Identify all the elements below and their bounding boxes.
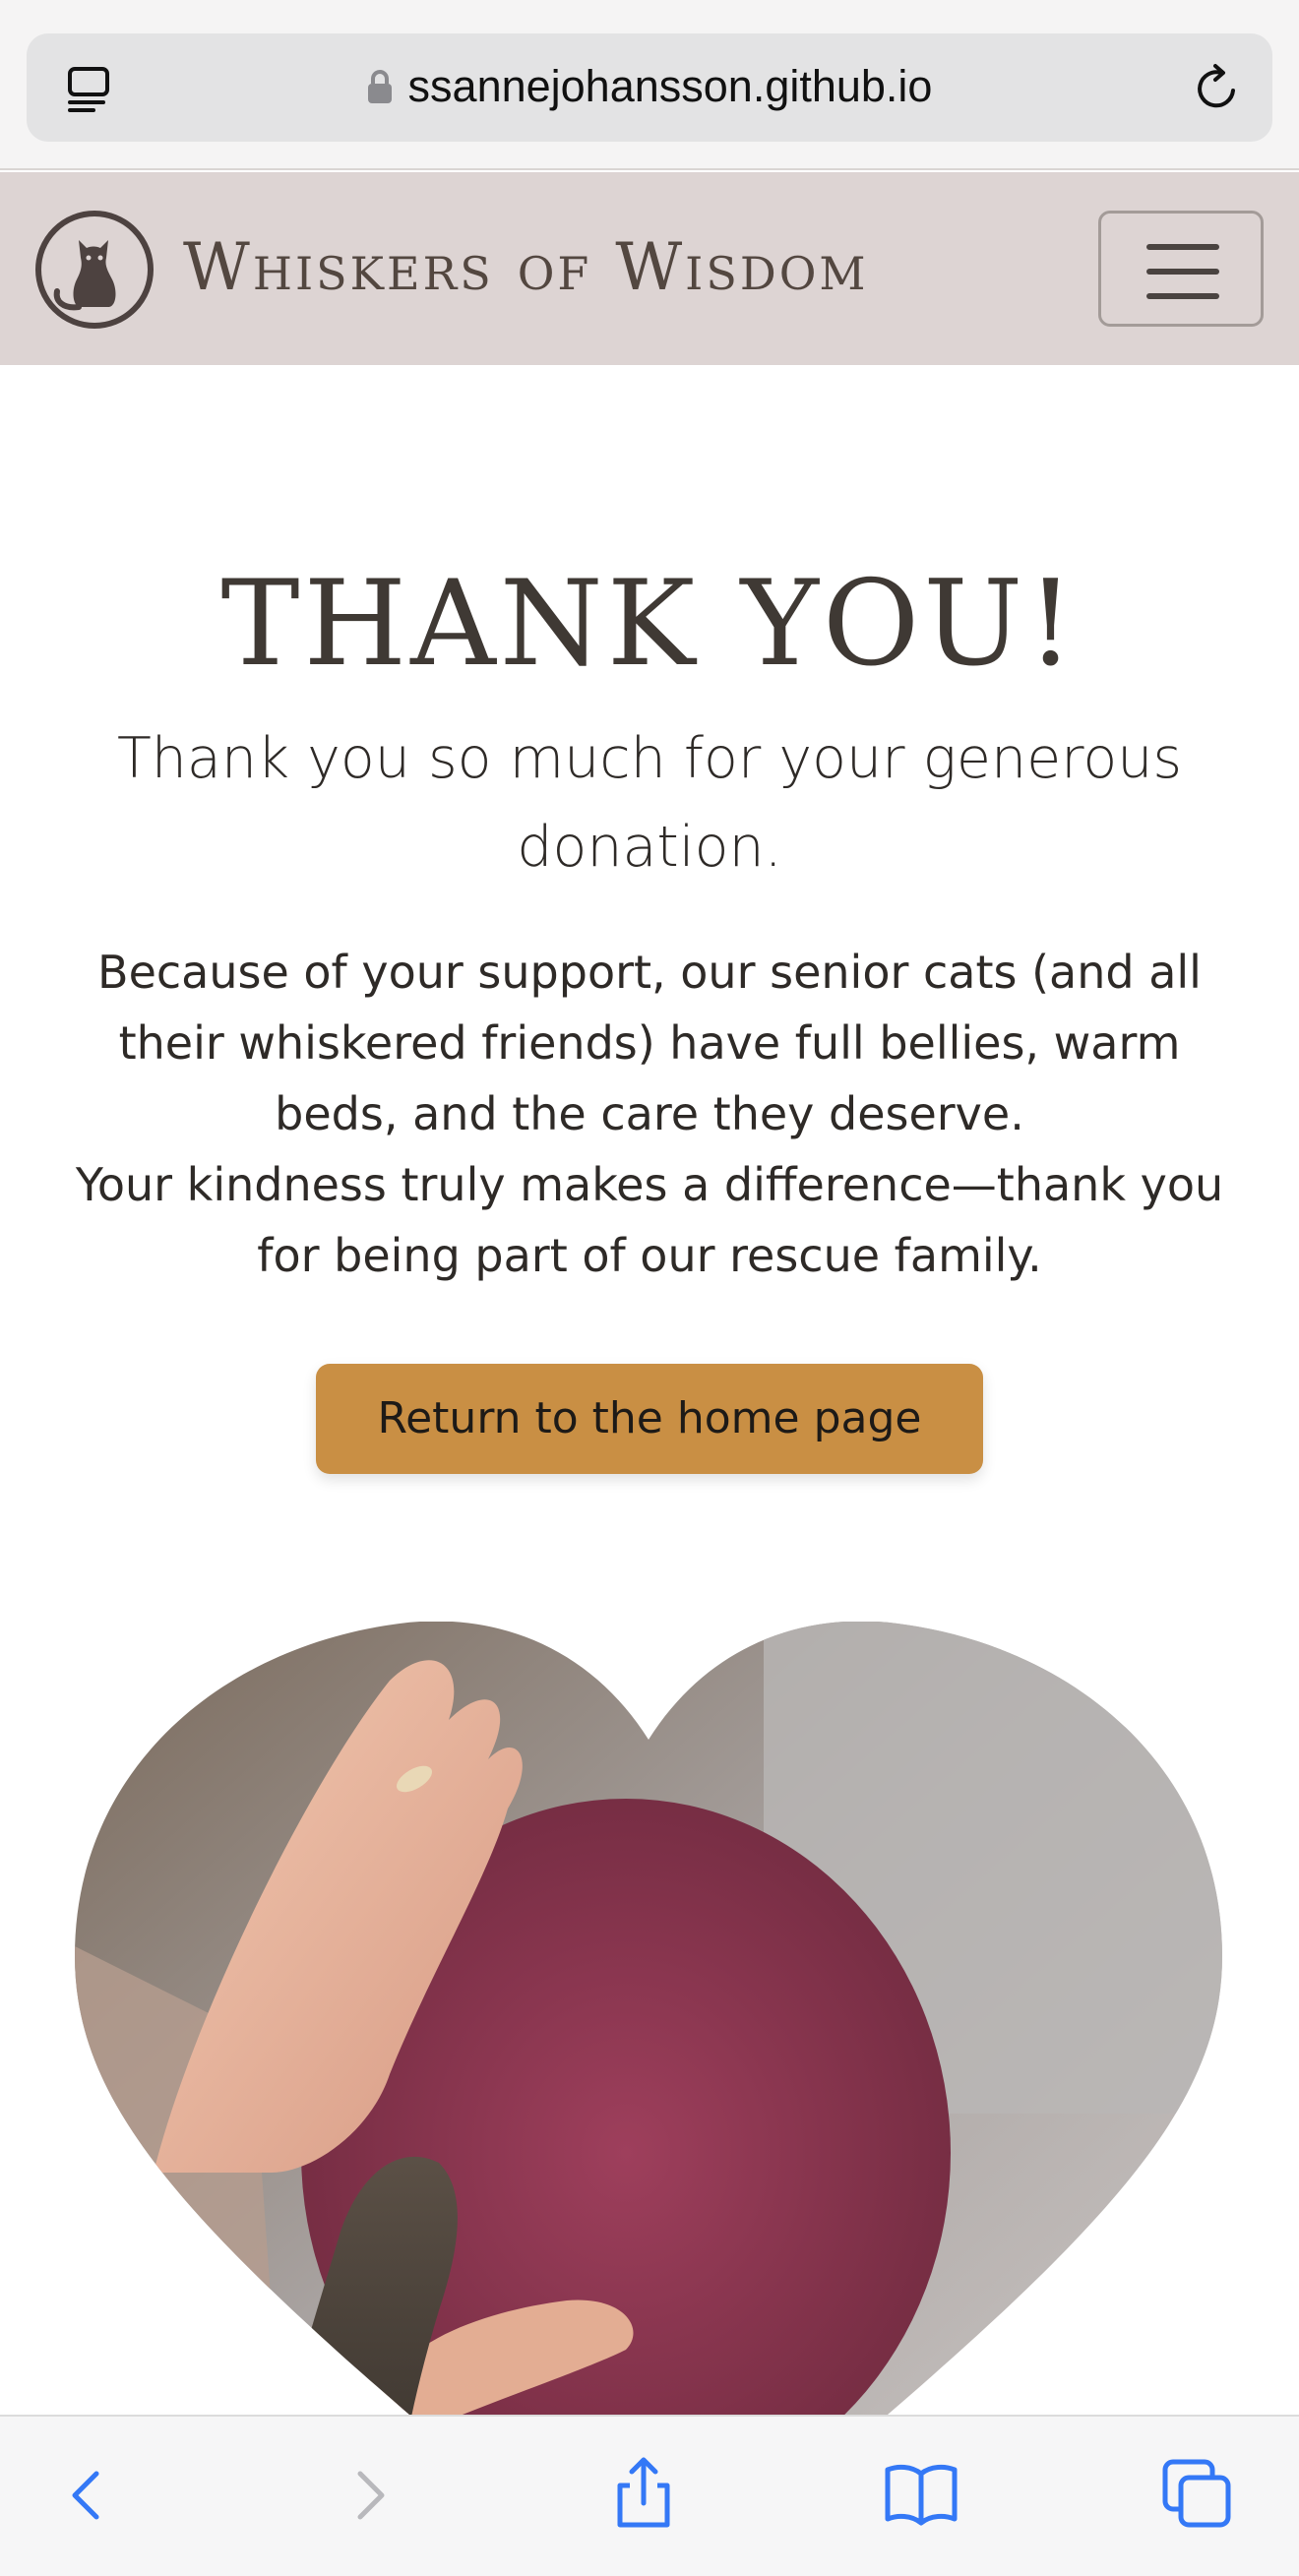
url-display[interactable]: ssannejohansson.github.io [27,61,1272,112]
menu-toggle-button[interactable] [1098,211,1264,327]
bookmarks-icon[interactable] [882,2454,960,2533]
page-title: THANK YOU! [220,556,1079,693]
tabs-icon[interactable] [1157,2454,1236,2533]
forward-icon[interactable] [331,2454,409,2533]
message-paragraph-1: Because of your support, our senior cats… [97,946,1202,1140]
thank-you-message: Because of your support, our senior cats… [69,937,1230,1291]
return-home-button[interactable]: Return to the home page [316,1364,983,1474]
back-icon[interactable] [47,2454,126,2533]
cat-logo[interactable] [33,209,155,331]
share-icon[interactable] [604,2454,683,2533]
browser-top-bar: ssannejohansson.github.io [0,0,1299,170]
page-subtitle: Thank you so much for your generous dona… [116,726,1183,880]
brand-name[interactable]: Whiskers of Wisdom [183,229,869,305]
message-paragraph-2: Your kindness truly makes a difference—t… [75,1158,1224,1282]
reload-icon[interactable] [1190,61,1245,116]
site-header: Whiskers of Wisdom [0,172,1299,365]
lock-icon [367,70,392,103]
browser-bottom-toolbar [0,2415,1299,2576]
address-bar[interactable]: ssannejohansson.github.io [27,33,1272,142]
url-text: ssannejohansson.github.io [407,61,933,111]
